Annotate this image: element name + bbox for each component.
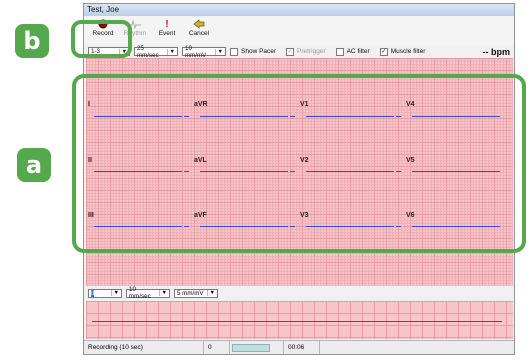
pretrigger-label: Pretrigger	[297, 48, 326, 55]
status-blank	[320, 341, 514, 354]
cancel-label: Cancel	[188, 30, 210, 37]
checkbox-box: ✓	[286, 47, 295, 56]
heart-rate-readout: -- bpm	[482, 46, 511, 57]
muscle-filter-label: Muscle filter	[390, 48, 426, 55]
event-button[interactable]: ! Event	[151, 16, 183, 44]
rhythm-gain-select[interactable]: 5 mm/mV ▼	[174, 288, 218, 298]
muscle-filter-checkbox[interactable]: ✓ Muscle filter	[379, 47, 426, 56]
ac-filter-checkbox[interactable]: AC filter	[335, 47, 370, 56]
callout-label-a: a	[17, 148, 51, 182]
rhythm-controls: II ▼ 10 mm/sec ▼ 5 mm/mV ▼	[84, 286, 514, 300]
checkbox-box	[335, 47, 344, 56]
rhythm-strip-grid	[86, 301, 513, 339]
event-label: Event	[158, 30, 176, 37]
checkbox-box	[230, 47, 238, 56]
speed-select[interactable]: 25 mm/sec ▼	[134, 44, 178, 59]
speed-value: 25 mm/sec	[137, 44, 159, 59]
progress-fill	[232, 343, 270, 352]
rhythm-speed-select[interactable]: 10 mm/sec ▼	[126, 286, 170, 300]
status-text: Recording (10 sec)	[84, 341, 204, 354]
checkbox-box: ✓	[379, 47, 388, 56]
pretrigger-checkbox[interactable]: ✓ Pretrigger	[286, 47, 326, 56]
status-time: 00:06	[284, 341, 320, 354]
rhythm-gain-value: 5 mm/mV	[177, 289, 204, 297]
rhythm-lead-select[interactable]: II ▼	[88, 288, 122, 298]
status-bar: Recording (10 sec) 0 00:06	[84, 340, 514, 354]
toolbar: Record Rhythm ! Event Cancel	[84, 16, 514, 45]
rhythm-trace	[92, 321, 502, 322]
ac-filter-label: AC filter	[346, 48, 370, 55]
chevron-down-icon: ▼	[166, 48, 175, 55]
callout-label-b: b	[15, 24, 49, 58]
chevron-down-icon: ▼	[110, 290, 119, 296]
cancel-arrow-icon	[193, 18, 205, 30]
progress-bar	[230, 341, 284, 354]
exclamation-icon: !	[165, 18, 169, 30]
highlight-box-b	[71, 20, 132, 58]
status-counter: 0	[204, 341, 230, 354]
show-pacer-label: Show Pacer	[241, 48, 277, 55]
cancel-button[interactable]: Cancel	[183, 16, 215, 44]
gain-value: 10 mm/mV	[185, 44, 207, 59]
show-pacer-checkbox[interactable]: Show Pacer	[230, 47, 277, 56]
display-controls: 1-3 ▼ 25 mm/sec ▼ 10 mm/mV ▼ Show Pacer …	[84, 44, 514, 59]
rhythm-speed-value: 10 mm/sec	[129, 286, 151, 300]
chevron-down-icon: ▼	[158, 290, 167, 296]
window-title: Test, Joe	[84, 4, 514, 16]
highlight-box-a	[72, 74, 526, 253]
rhythm-lead-value: II	[91, 289, 95, 297]
gain-select[interactable]: 10 mm/mV ▼	[182, 44, 226, 59]
chevron-down-icon: ▼	[214, 48, 223, 55]
chevron-down-icon: ▼	[206, 290, 215, 296]
